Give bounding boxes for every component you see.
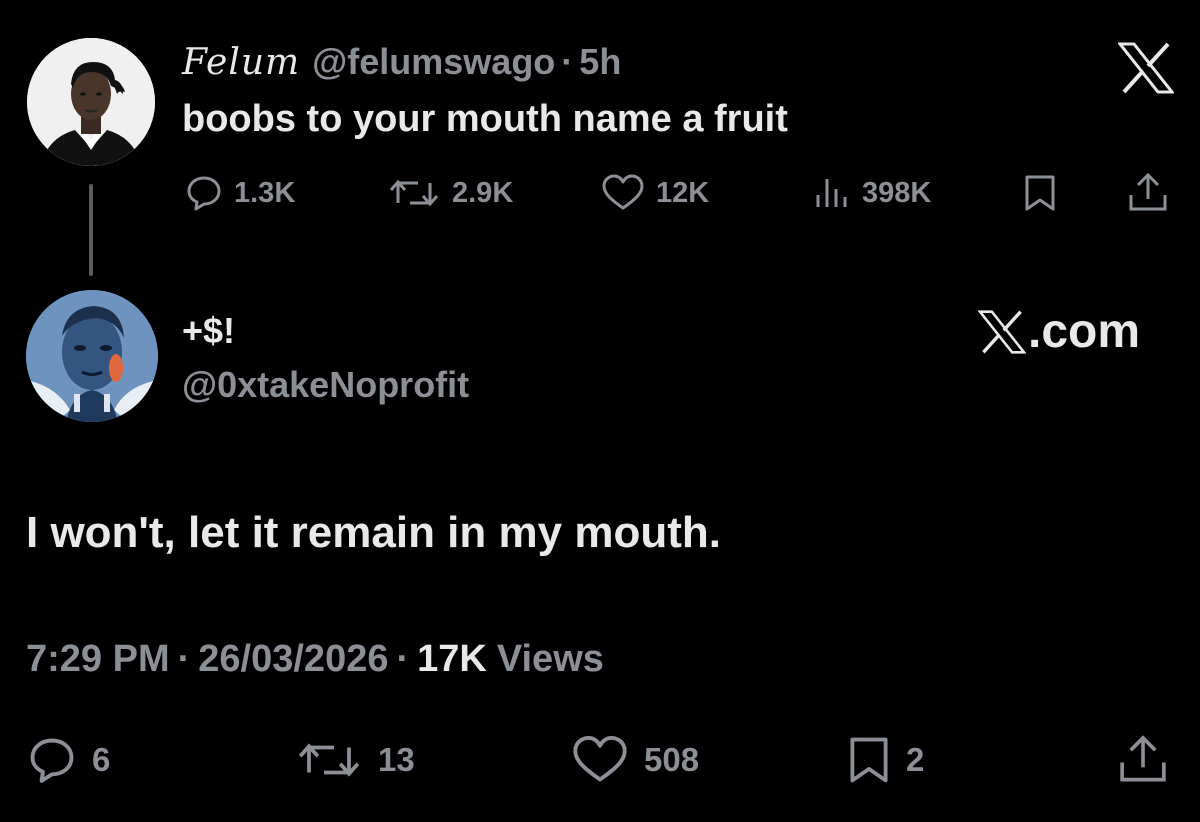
heart-icon <box>602 174 644 210</box>
reply-meta-line: 7:29 PM · 26/03/2026 · 17K Views <box>26 638 604 681</box>
reply-display-name[interactable]: +$! <box>182 310 235 352</box>
x-com-label: .com <box>1028 305 1141 358</box>
meta-separator: · <box>396 638 410 680</box>
parent-reply-count: 1.3K <box>234 176 296 209</box>
parent-tweet-text: boobs to your mouth name a fruit <box>182 98 788 140</box>
reply-date[interactable]: 26/03/2026 <box>198 638 388 681</box>
reply-repost-button[interactable]: 13 <box>294 732 415 788</box>
parent-share-button[interactable] <box>1126 170 1170 216</box>
parent-views-count: 398K <box>862 176 932 209</box>
reply-tweet-text: I won't, let it remain in my mouth. <box>26 508 721 557</box>
reply-handle[interactable]: @0xtakeNoprofit <box>182 364 469 406</box>
reply-views-label: Views <box>496 638 604 680</box>
heart-icon <box>573 735 627 782</box>
share-upload-icon <box>1129 172 1167 211</box>
bar-chart-icon <box>816 179 847 207</box>
parent-like-button[interactable]: 12K <box>600 170 709 216</box>
reply-views-count: 17K <box>417 638 487 680</box>
reply-time[interactable]: 7:29 PM <box>26 638 170 681</box>
comment-bubble-icon <box>30 738 74 783</box>
repost-arrows-icon <box>298 743 360 777</box>
share-upload-icon <box>1120 735 1166 782</box>
reply-avatar[interactable] <box>26 290 158 422</box>
parent-views-button[interactable]: 398K <box>812 170 931 216</box>
reply-share-button[interactable] <box>1116 732 1170 788</box>
parent-like-count: 12K <box>656 176 710 209</box>
parent-repost-count: 2.9K <box>452 176 514 209</box>
reply-reply-button[interactable]: 6 <box>26 732 110 788</box>
x-logo-icon <box>978 309 1026 354</box>
bookmark-icon <box>850 737 888 783</box>
header-separator: · <box>561 41 574 82</box>
parent-avatar[interactable] <box>27 38 155 166</box>
reply-bookmark-button[interactable]: 2 <box>846 732 924 788</box>
parent-timestamp[interactable]: 5h <box>579 41 621 83</box>
parent-display-name[interactable]: Felum <box>182 42 300 83</box>
bookmark-icon <box>1025 175 1055 211</box>
parent-bookmark-button[interactable] <box>1022 170 1058 216</box>
parent-tweet-header: Felum @felumswago · 5h <box>182 38 621 86</box>
meta-separator: · <box>177 638 191 680</box>
parent-repost-button[interactable]: 2.9K <box>386 170 513 216</box>
comment-bubble-icon <box>187 176 221 211</box>
parent-reply-button[interactable]: 1.3K <box>184 170 295 216</box>
reply-like-button[interactable]: 508 <box>570 732 699 788</box>
reply-bookmark-count: 2 <box>906 741 925 778</box>
x-logo-icon[interactable] <box>1118 42 1174 94</box>
avatar-illustration-image <box>26 290 158 422</box>
reply-repost-count: 13 <box>378 741 415 778</box>
x-com-watermark: .com <box>978 304 1140 359</box>
avatar-portrait-image <box>27 38 155 166</box>
parent-handle[interactable]: @felumswago <box>312 41 555 83</box>
reply-like-count: 508 <box>644 741 700 778</box>
repost-arrows-icon <box>389 179 439 207</box>
thread-connector-line <box>89 184 93 276</box>
reply-reply-count: 6 <box>92 741 111 778</box>
